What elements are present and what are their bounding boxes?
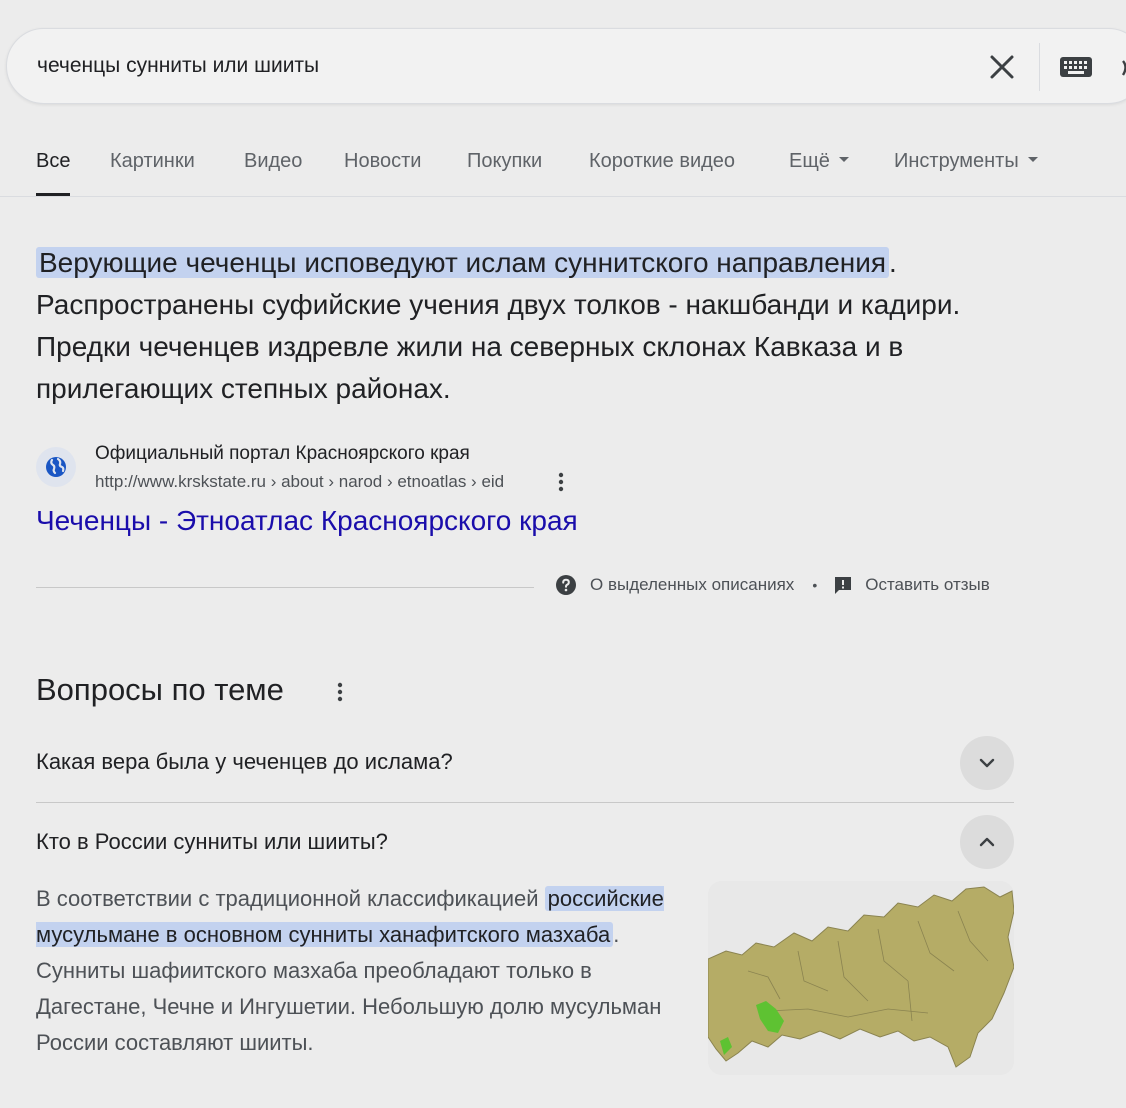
keyboard-button[interactable] [1059, 55, 1093, 79]
feedback-icon[interactable] [833, 575, 853, 595]
keyboard-icon [1060, 57, 1092, 77]
tab-shopping[interactable]: Покупки [467, 150, 542, 196]
collapse-button[interactable] [960, 815, 1014, 869]
russia-map-image[interactable] [708, 881, 1014, 1075]
search-box[interactable]: чеченцы сунниты или шииты [6, 28, 1126, 104]
paa-question[interactable]: Какая вера была у чеченцев до ислама? [36, 722, 1014, 802]
paa-question-text: Какая вера была у чеченцев до ислама? [36, 749, 453, 774]
snippet-divider [36, 587, 534, 588]
search-input[interactable]: чеченцы сунниты или шииты [37, 54, 319, 78]
paa-question-text: Кто в России сунниты или шииты? [36, 829, 388, 854]
search-divider [1039, 43, 1040, 91]
paa-title: Вопросы по теме [36, 672, 284, 707]
footer-separator: • [812, 577, 818, 593]
paa-answer-text: В соответствии с традиционной классифика… [36, 886, 664, 1055]
about-snippets-link[interactable]: О выделенных описаниях [590, 575, 794, 595]
featured-snippet-text: Верующие чеченцы исповедуют ислам суннит… [36, 242, 1016, 410]
close-icon [990, 55, 1014, 79]
microphone-icon[interactable] [1121, 59, 1126, 77]
chevron-down-icon [838, 157, 849, 163]
help-icon[interactable] [556, 575, 576, 595]
source-url[interactable]: http://www.krskstate.ru › about › narod … [95, 472, 504, 492]
source-favicon[interactable] [36, 447, 76, 487]
tab-all[interactable]: Все [36, 150, 71, 196]
paa-menu-button[interactable] [332, 680, 348, 704]
feedback-link[interactable]: Оставить отзыв [865, 575, 990, 595]
chevron-up-icon [979, 837, 995, 847]
globe-icon [46, 457, 66, 477]
map-illustration [708, 881, 1014, 1075]
paa-question[interactable]: Кто в России сунниты или шииты? [36, 802, 1014, 882]
tab-images[interactable]: Картинки [110, 150, 195, 196]
source-site-name[interactable]: Официальный портал Красноярского края [95, 443, 470, 465]
more-vert-icon [337, 682, 343, 702]
expand-button[interactable] [960, 736, 1014, 790]
tab-news[interactable]: Новости [344, 150, 421, 196]
clear-search-button[interactable] [987, 52, 1017, 82]
snippet-highlight: Верующие чеченцы исповедуют ислам суннит… [36, 247, 890, 278]
tab-short-videos[interactable]: Короткие видео [589, 150, 735, 196]
chevron-down-icon [979, 758, 995, 768]
snippet-footer: О выделенных описаниях • Оставить отзыв [556, 575, 990, 595]
more-vert-icon [558, 472, 564, 492]
tab-more[interactable]: Ещё [789, 150, 849, 196]
tab-video[interactable]: Видео [244, 150, 302, 196]
result-title-link[interactable]: Чеченцы - Этноатлас Красноярского края [36, 505, 578, 537]
tabs-divider [0, 196, 1126, 197]
source-menu-button[interactable] [552, 470, 570, 494]
tab-tools[interactable]: Инструменты [894, 150, 1038, 196]
chevron-down-icon [1027, 157, 1038, 163]
